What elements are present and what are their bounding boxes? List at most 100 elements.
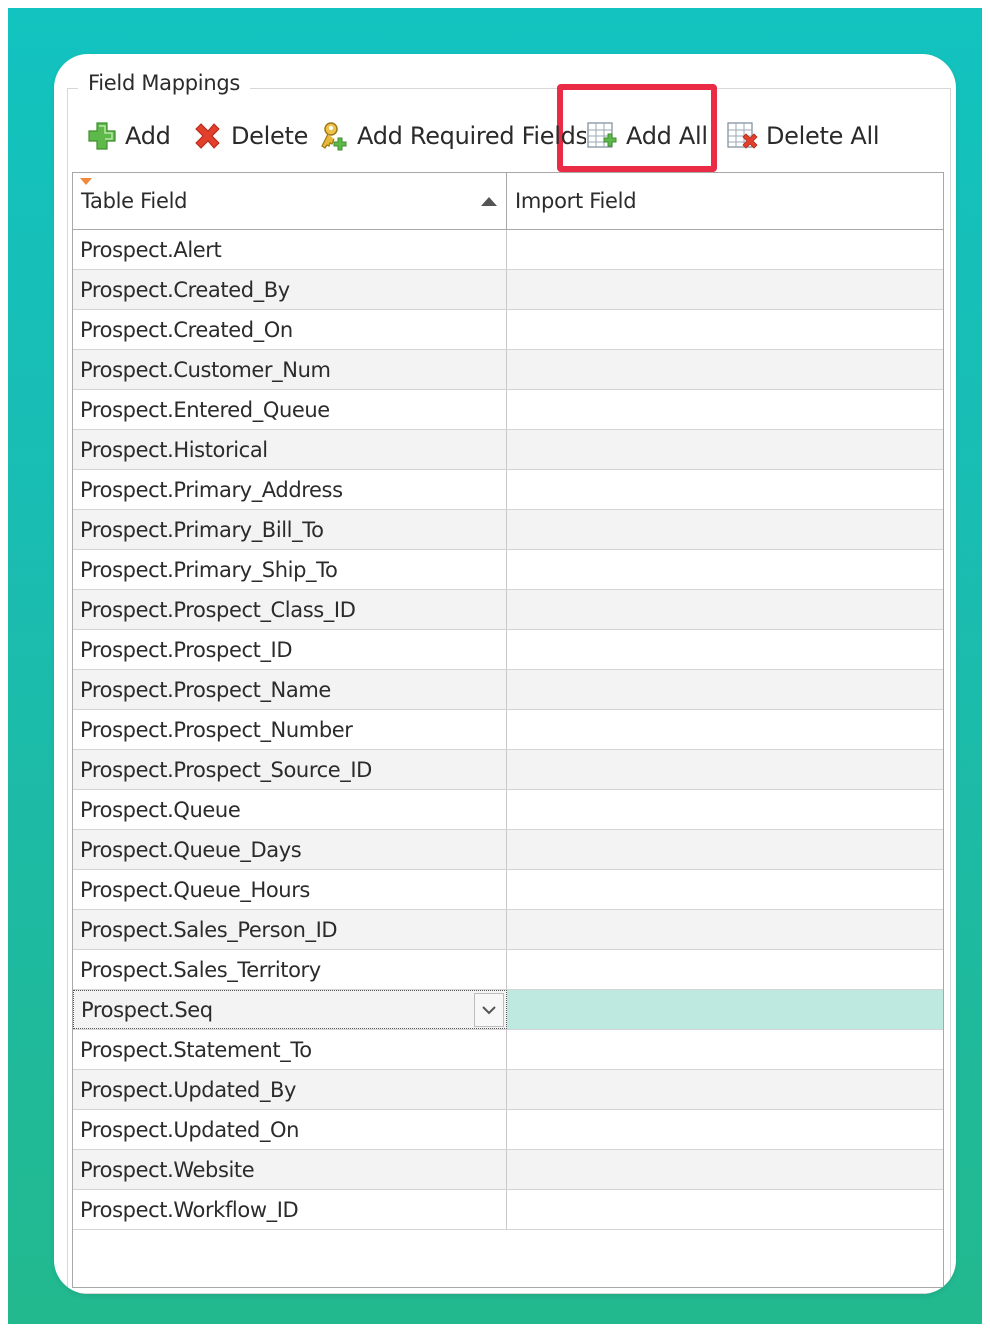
add-button-label: Add [125,122,171,150]
table-row[interactable]: Prospect.Created_By [73,270,943,310]
table-row[interactable]: Prospect.Entered_Queue [73,390,943,430]
table-row[interactable]: Prospect.Primary_Bill_To [73,510,943,550]
table-row[interactable]: Prospect.Prospect_ID [73,630,943,670]
table-row[interactable]: Prospect.Queue [73,790,943,830]
table-row[interactable]: Prospect.Prospect_Number [73,710,943,750]
import-field-cell[interactable] [507,510,943,549]
import-field-cell[interactable] [507,590,943,629]
table-field-cell[interactable]: Prospect.Prospect_Name [73,670,507,709]
table-field-cell[interactable]: Prospect.Queue_Days [73,830,507,869]
import-field-cell[interactable] [507,670,943,709]
group-title: Field Mappings [78,71,251,95]
import-field-cell[interactable] [507,1070,943,1109]
table-row[interactable]: Prospect.Prospect_Class_ID [73,590,943,630]
table-field-text: Prospect.Prospect_Source_ID [80,757,372,782]
table-field-cell[interactable]: Prospect.Queue_Hours [73,870,507,909]
table-row[interactable]: Prospect.Primary_Ship_To [73,550,943,590]
table-row[interactable]: Prospect.Queue_Days [73,830,943,870]
table-row[interactable]: Prospect.Seq [73,990,943,1030]
table-field-text: Prospect.Sales_Territory [80,957,321,982]
table-field-cell[interactable]: Prospect.Prospect_Class_ID [73,590,507,629]
import-field-cell[interactable] [507,790,943,829]
table-field-cell[interactable]: Prospect.Website [73,1150,507,1189]
import-field-cell[interactable] [507,710,943,749]
import-field-cell[interactable] [507,910,943,949]
table-field-cell[interactable]: Prospect.Updated_On [73,1110,507,1149]
add-all-label: Add All [626,122,708,150]
delete-button-label: Delete [231,122,309,150]
table-field-cell[interactable]: Prospect.Statement_To [73,1030,507,1069]
table-field-cell[interactable]: Prospect.Customer_Num [73,350,507,389]
table-field-cell[interactable]: Prospect.Entered_Queue [73,390,507,429]
table-field-text: Prospect.Prospect_Class_ID [80,597,356,622]
import-field-cell[interactable] [507,870,943,909]
import-field-cell[interactable] [507,430,943,469]
table-field-text: Prospect.Historical [80,437,268,462]
add-required-fields-button[interactable]: Add Required Fields [317,116,588,156]
table-row[interactable]: Prospect.Workflow_ID [73,1190,943,1230]
table-row[interactable]: Prospect.Updated_By [73,1070,943,1110]
add-button[interactable]: Add [87,116,171,156]
column-header-table-field-label: Table Field [81,189,188,213]
import-field-cell[interactable] [507,1030,943,1069]
table-row[interactable]: Prospect.Primary_Address [73,470,943,510]
column-header-import-field-label: Import Field [515,189,637,213]
table-field-cell[interactable]: Prospect.Updated_By [73,1070,507,1109]
table-field-cell[interactable]: Prospect.Prospect_ID [73,630,507,669]
import-field-cell[interactable] [507,390,943,429]
table-row[interactable]: Prospect.Created_On [73,310,943,350]
import-field-cell[interactable] [507,630,943,669]
table-field-cell[interactable]: Prospect.Sales_Territory [73,950,507,989]
add-all-button[interactable]: Add All [586,116,710,156]
table-row[interactable]: Prospect.Prospect_Name [73,670,943,710]
table-row[interactable]: Prospect.Sales_Territory [73,950,943,990]
table-field-cell[interactable]: Prospect.Primary_Bill_To [73,510,507,549]
table-row[interactable]: Prospect.Queue_Hours [73,870,943,910]
table-row[interactable]: Prospect.Historical [73,430,943,470]
table-row[interactable]: Prospect.Alert [73,230,943,270]
table-row[interactable]: Prospect.Updated_On [73,1110,943,1150]
table-field-cell[interactable]: Prospect.Historical [73,430,507,469]
table-field-cell[interactable]: Prospect.Primary_Address [73,470,507,509]
table-field-text: Prospect.Alert [80,237,222,262]
import-field-cell[interactable] [507,990,943,1029]
table-row[interactable]: Prospect.Sales_Person_ID [73,910,943,950]
table-field-cell[interactable]: Prospect.Created_On [73,310,507,349]
import-field-cell[interactable] [507,1110,943,1149]
table-row[interactable]: Prospect.Website [73,1150,943,1190]
table-row[interactable]: Prospect.Customer_Num [73,350,943,390]
table-field-cell[interactable]: Prospect.Workflow_ID [73,1190,507,1229]
import-field-cell[interactable] [507,310,943,349]
table-row[interactable]: Prospect.Prospect_Source_ID [73,750,943,790]
import-field-cell[interactable] [507,830,943,869]
chevron-down-icon [482,1006,496,1015]
table-field-cell[interactable]: Prospect.Seq [73,990,507,1029]
table-field-text: Prospect.Prospect_Name [80,677,331,702]
table-field-cell[interactable]: Prospect.Sales_Person_ID [73,910,507,949]
table-field-cell[interactable]: Prospect.Alert [73,230,507,269]
table-field-cell[interactable]: Prospect.Queue [73,790,507,829]
import-field-cell[interactable] [507,750,943,789]
import-field-cell[interactable] [507,270,943,309]
column-header-import-field[interactable]: Import Field [507,173,943,229]
import-field-cell[interactable] [507,350,943,389]
dropdown-button[interactable] [474,993,504,1027]
import-field-cell[interactable] [507,550,943,589]
table-row[interactable]: Prospect.Statement_To [73,1030,943,1070]
table-field-cell[interactable]: Prospect.Prospect_Source_ID [73,750,507,789]
delete-all-button[interactable]: Delete All [726,116,880,156]
table-field-cell[interactable]: Prospect.Created_By [73,270,507,309]
import-field-cell[interactable] [507,1190,943,1229]
import-field-cell[interactable] [507,950,943,989]
import-field-cell[interactable] [507,1150,943,1189]
table-field-text: Prospect.Prospect_ID [80,637,293,662]
table-field-text: Prospect.Queue [80,797,241,822]
import-field-cell[interactable] [507,230,943,269]
table-field-cell[interactable]: Prospect.Primary_Ship_To [73,550,507,589]
table-field-text: Prospect.Entered_Queue [80,397,330,422]
table-field-cell[interactable]: Prospect.Prospect_Number [73,710,507,749]
import-field-cell[interactable] [507,470,943,509]
delete-button[interactable]: Delete [191,116,308,156]
column-header-table-field[interactable]: Table Field [73,173,507,229]
table-field-text: Prospect.Created_By [80,277,290,302]
